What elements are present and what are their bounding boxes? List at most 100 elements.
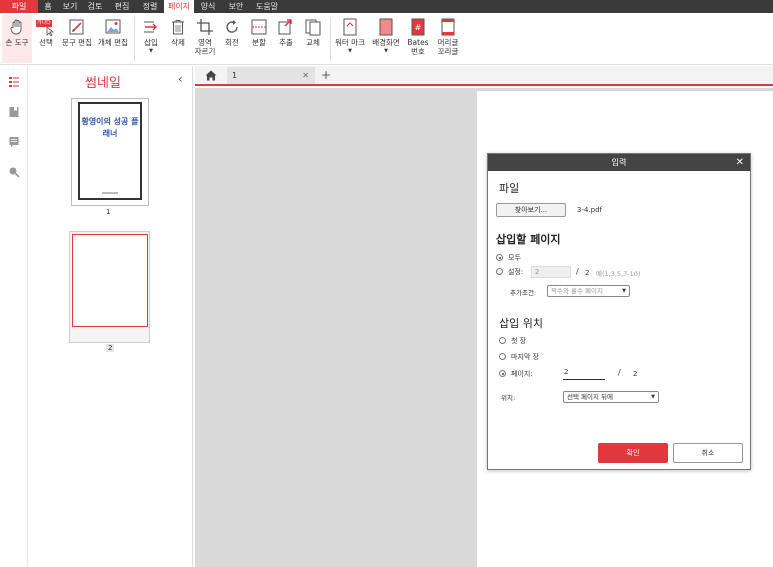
page-number-input[interactable]: 2 xyxy=(563,366,605,380)
watermark-caret-icon: ▼ xyxy=(348,48,352,54)
background-icon xyxy=(379,18,393,36)
menu-form[interactable]: 양식 xyxy=(194,0,222,13)
left-icon-strip xyxy=(0,66,28,567)
thumbnail-page-2-number: 2 xyxy=(106,344,115,352)
replace-button[interactable]: 교체 xyxy=(300,15,326,63)
insert-icon xyxy=(144,21,157,33)
header-footer-label-line1: 머리글 xyxy=(437,38,459,47)
background-caret-icon: ▼ xyxy=(384,48,388,54)
menu-home[interactable]: 홈 xyxy=(38,0,58,13)
hand-tool-label: 손 도구 xyxy=(5,38,29,47)
extract-label: 추출 xyxy=(279,38,293,47)
home-icon[interactable] xyxy=(205,70,217,81)
bates-button[interactable]: # Bates 번호 xyxy=(405,15,431,63)
ribbon-separator xyxy=(134,17,135,61)
page-number-total: 2 xyxy=(633,370,638,378)
rotate-button[interactable]: 회전 xyxy=(220,15,244,63)
page-position-radio[interactable] xyxy=(499,370,506,377)
cancel-button[interactable]: 취소 xyxy=(673,443,743,463)
all-pages-radio[interactable] xyxy=(496,254,503,261)
menu-view[interactable]: 보기 xyxy=(58,0,82,13)
chevron-down-icon: ▼ xyxy=(622,288,626,294)
header-footer-button[interactable]: 머리글 꼬리글 xyxy=(433,15,463,63)
thumbnail-page-1[interactable]: 황영이의 성공 플래너 xyxy=(71,98,149,206)
object-edit-button[interactable]: 개체 편집 xyxy=(96,15,130,63)
thumbnail-page-1-content: 황영이의 성공 플래너 xyxy=(78,102,142,200)
thumbnail-panel: 썸네일 ‹ 황영이의 성공 플래너 1 2 xyxy=(28,66,193,567)
crop-icon xyxy=(197,19,213,35)
extract-icon xyxy=(278,19,292,35)
split-label: 분할 xyxy=(252,38,266,47)
condition-select[interactable]: 짝수와 홀수 페이지 ▼ xyxy=(547,285,630,297)
bates-icon: # xyxy=(411,18,425,36)
pages-section-title: 삽입할 페이지 xyxy=(496,233,561,246)
first-page-radio[interactable] xyxy=(499,337,506,344)
bookmark-icon[interactable] xyxy=(8,106,20,118)
background-label: 배경화면 xyxy=(372,38,400,47)
thumbnail-page-2[interactable] xyxy=(69,231,150,343)
replace-label: 교체 xyxy=(306,38,320,47)
file-name: 3-4.pdf xyxy=(577,206,603,214)
dialog-title: 입력 xyxy=(488,154,750,171)
add-tab-icon[interactable]: + xyxy=(321,67,331,84)
search-icon[interactable] xyxy=(8,166,20,178)
close-icon[interactable]: ✕ xyxy=(736,154,744,171)
page-range-input[interactable]: 2 xyxy=(531,266,571,278)
hand-icon xyxy=(10,19,22,35)
location-select-value: 선택 페이지 뒤에 xyxy=(567,393,613,401)
menu-security[interactable]: 보안 xyxy=(222,0,250,13)
ribbon-separator xyxy=(330,17,331,61)
select-button[interactable]: 가나다 선택 xyxy=(34,15,58,63)
page-range-hint: 예(1,3,5,7-10) xyxy=(596,270,641,278)
menu-arrange[interactable]: 정렬 xyxy=(136,0,164,13)
menu-review[interactable]: 검토 xyxy=(82,0,108,13)
ok-button[interactable]: 확인 xyxy=(598,443,668,463)
location-select[interactable]: 선택 페이지 뒤에 ▼ xyxy=(563,391,659,403)
crop-label-line1: 영역 xyxy=(198,38,212,47)
rotate-label: 회전 xyxy=(225,38,239,47)
document-tab[interactable]: 1 ✕ xyxy=(227,67,315,84)
hand-tool-button[interactable]: 손 도구 xyxy=(2,15,32,63)
object-edit-icon xyxy=(105,19,121,34)
watermark-button[interactable]: 워터 마크 ▼ xyxy=(333,15,367,63)
document-tab-label: 1 xyxy=(232,71,238,80)
menu-file[interactable]: 파일 xyxy=(0,0,38,13)
insert-label: 삽입 xyxy=(144,38,158,47)
text-edit-button[interactable]: 문구 편집 xyxy=(60,15,94,63)
insert-button[interactable]: 삽입 ▼ xyxy=(138,15,164,63)
menu-edit[interactable]: 편집 xyxy=(108,0,136,13)
menu-page[interactable]: 페이지 xyxy=(164,0,194,13)
bates-label-line1: Bates xyxy=(407,38,429,47)
last-page-radio[interactable] xyxy=(499,353,506,360)
watermark-label: 워터 마크 xyxy=(335,38,365,47)
file-section-title: 파일 xyxy=(499,182,520,195)
close-tab-icon[interactable]: ✕ xyxy=(302,67,309,84)
delete-button[interactable]: 삭제 xyxy=(166,15,190,63)
split-button[interactable]: 분할 xyxy=(246,15,272,63)
menu-help[interactable]: 도움말 xyxy=(250,0,284,13)
location-label: 위치: xyxy=(501,394,516,402)
thumbnails-panel-icon[interactable] xyxy=(8,76,20,88)
insert-caret-icon: ▼ xyxy=(149,48,153,54)
text-edit-label: 문구 편집 xyxy=(62,38,92,47)
thumbnail-page-1-footer xyxy=(102,192,118,194)
split-icon xyxy=(251,19,267,35)
last-page-label: 마지막 장 xyxy=(511,353,539,361)
trash-icon xyxy=(172,20,184,35)
comment-icon[interactable] xyxy=(8,136,20,148)
rotate-icon xyxy=(226,20,238,33)
condition-label: 추가조건: xyxy=(510,289,537,297)
watermark-icon xyxy=(343,18,357,36)
background-button[interactable]: 배경화면 ▼ xyxy=(369,15,403,63)
header-footer-icon xyxy=(441,18,455,36)
crop-button[interactable]: 영역 자르기 xyxy=(192,15,218,63)
page-number-slash: / xyxy=(618,368,621,377)
collapse-panel-icon[interactable]: ‹ xyxy=(178,72,183,86)
insert-dialog: 입력 ✕ 파일 찾아보기... 3-4.pdf 삽입할 페이지 모두 설정: 2… xyxy=(487,153,751,470)
svg-text:#: # xyxy=(415,23,422,32)
thumbnail-page-1-title: 황영이의 성공 플래너 xyxy=(81,117,139,138)
set-pages-label: 설정: xyxy=(508,268,524,276)
extract-button[interactable]: 추출 xyxy=(274,15,298,63)
set-pages-radio[interactable] xyxy=(496,268,503,275)
browse-button[interactable]: 찾아보기... xyxy=(496,203,566,217)
